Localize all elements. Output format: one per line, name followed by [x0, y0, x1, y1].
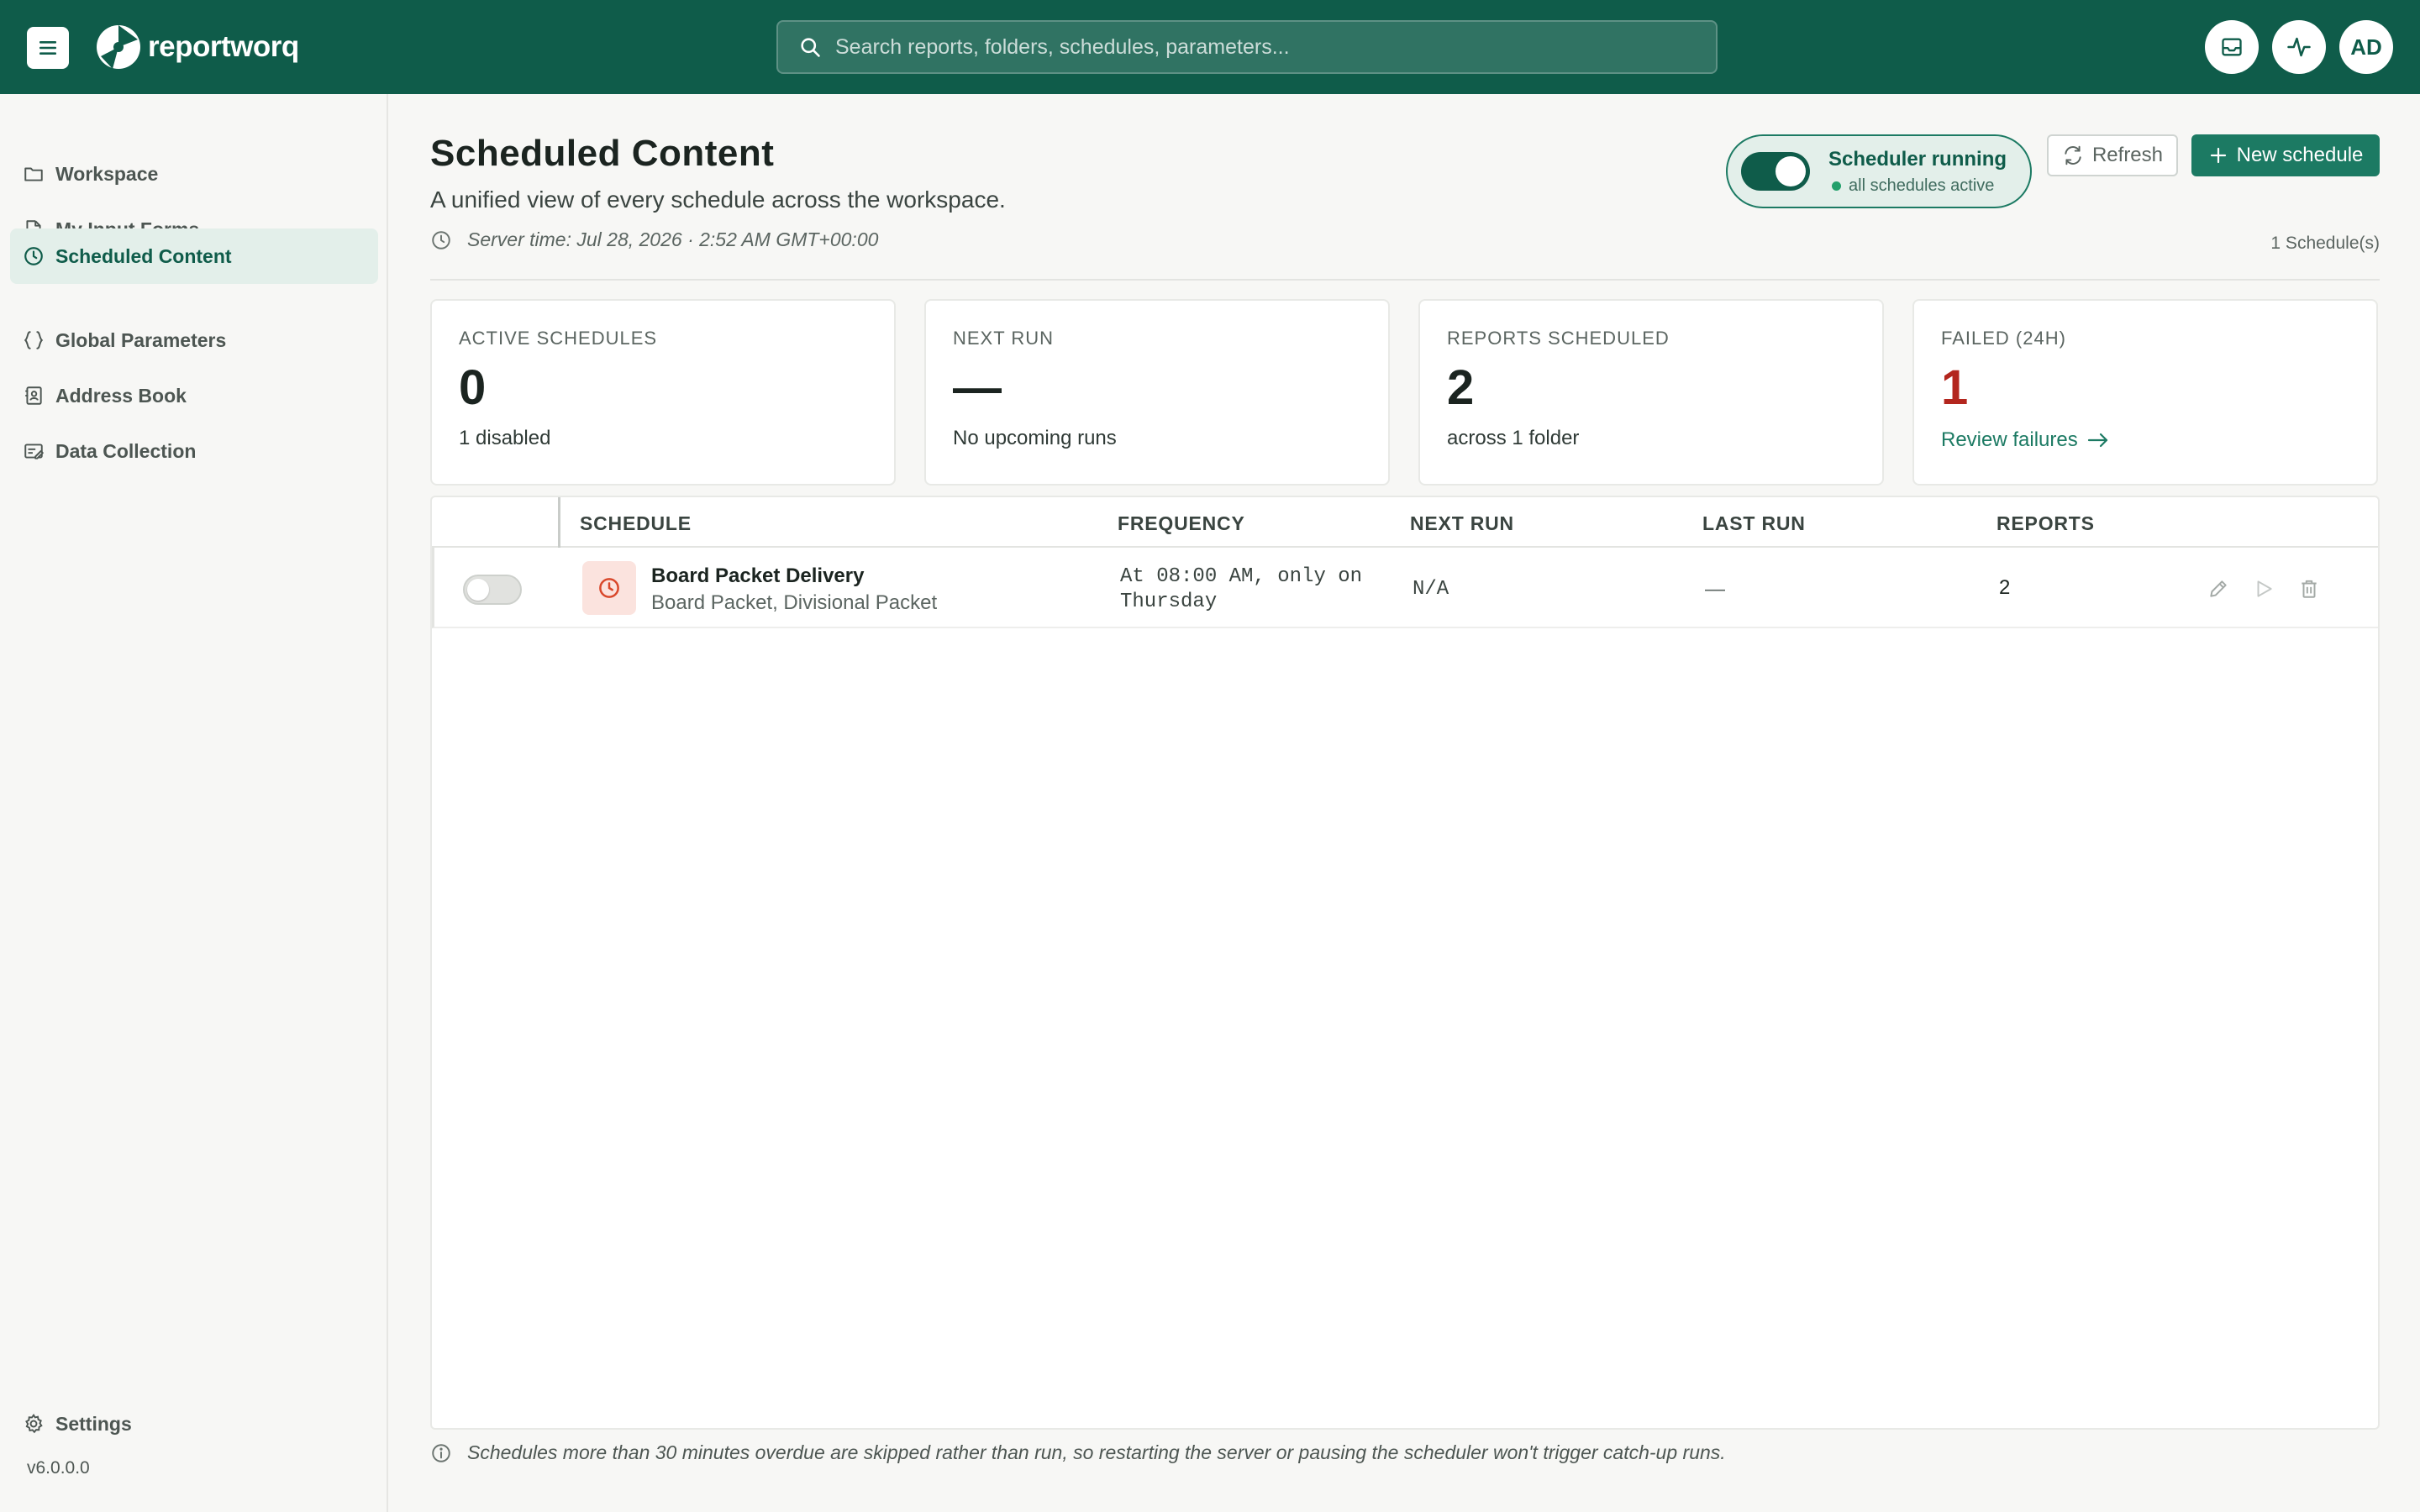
braces-icon: [22, 328, 45, 352]
top-bar: reportworq AD: [0, 0, 2420, 94]
menu-button[interactable]: [27, 27, 69, 69]
info-icon: [432, 1443, 450, 1462]
review-failures-label: Review failures: [1941, 428, 2078, 451]
run-now-button[interactable]: [2251, 576, 2276, 601]
stat-value: 0: [459, 360, 487, 415]
search-bar[interactable]: [776, 20, 1718, 74]
plus-icon: [2210, 147, 2226, 164]
server-time: Server time: Jul 28, 2026 · 2:52 AM GMT+…: [430, 228, 878, 251]
scheduler-status-toggle[interactable]: Scheduler running all schedules active: [1726, 134, 2032, 208]
logo-mark-icon: [97, 25, 140, 69]
schedule-reports-list: Board Packet, Divisional Packet: [651, 591, 938, 614]
sidebar-item-data-collection[interactable]: Data Collection: [10, 423, 378, 479]
schedule-reports-count: 2: [1999, 576, 2011, 599]
sidebar-item-settings[interactable]: Settings: [10, 1396, 378, 1452]
inbox-icon: [2222, 38, 2242, 56]
version-label: v6.0.0.0: [27, 1458, 90, 1478]
stat-sub: No upcoming runs: [953, 427, 1117, 449]
brand-logo[interactable]: reportworq: [94, 24, 299, 71]
stat-card-reports-scheduled: REPORTS SCHEDULED 2 across 1 folder: [1418, 299, 1884, 486]
header-next-run[interactable]: NEXT RUN: [1410, 512, 1514, 535]
search-input[interactable]: [835, 34, 1716, 60]
sidebar-item-label: Scheduled Content: [55, 244, 232, 267]
stat-card-active-schedules: ACTIVE SCHEDULES 0 1 disabled: [430, 299, 896, 486]
schedules-table: SCHEDULE FREQUENCY NEXT RUN LAST RUN REP…: [430, 496, 2380, 1430]
column-resize-handle[interactable]: [558, 497, 560, 548]
inbox-button[interactable]: [2205, 20, 2259, 74]
schedule-clock-icon: [582, 561, 636, 615]
edit-button[interactable]: [2206, 576, 2231, 601]
table-row[interactable]: Board Packet Delivery Board Packet, Divi…: [432, 548, 2378, 628]
stat-value: —: [953, 360, 1002, 415]
sidebar-item-label: Address Book: [55, 384, 187, 407]
schedule-name[interactable]: Board Packet Delivery: [651, 564, 864, 588]
sidebar-item-scheduled-content[interactable]: Scheduled Content: [10, 228, 378, 284]
refresh-icon: [2065, 145, 2081, 165]
schedule-enable-toggle[interactable]: [463, 575, 522, 605]
stat-card-next-run: NEXT RUN — No upcoming runs: [924, 299, 1390, 486]
stat-label: ACTIVE SCHEDULES: [459, 328, 658, 349]
sidebar-item-label: Global Parameters: [55, 328, 227, 351]
page-subtitle: A unified view of every schedule across …: [430, 186, 1006, 213]
scheduler-title: Scheduler running: [1828, 147, 2007, 171]
footnote-text: Schedules more than 30 minutes overdue a…: [467, 1441, 1726, 1463]
status-dot: [1832, 181, 1841, 191]
delete-button[interactable]: [2296, 576, 2322, 601]
arrow-right-icon: [2087, 433, 2107, 448]
scheduler-status-text: all schedules active: [1849, 176, 1995, 195]
settings-label: Settings: [55, 1412, 132, 1435]
contact-book-icon: [22, 384, 45, 407]
header-last-run[interactable]: LAST RUN: [1702, 512, 1806, 535]
stat-value: 1: [1941, 360, 1969, 415]
avatar-initials: AD: [2350, 34, 2382, 60]
clock-icon: [432, 230, 450, 249]
scheduler-status: all schedules active: [1828, 176, 2007, 196]
stat-sub: 1 disabled: [459, 427, 551, 449]
header-schedule[interactable]: SCHEDULE: [580, 512, 692, 535]
header-frequency[interactable]: FREQUENCY: [1118, 512, 1245, 535]
schedule-count: 1 Schedule(s): [2270, 234, 2380, 253]
stat-value: 2: [1447, 360, 1475, 415]
schedule-last-run: —: [1705, 578, 1725, 601]
schedule-next-run: N/A: [1413, 578, 1449, 601]
activity-pulse-icon: [2287, 37, 2311, 57]
new-schedule-button[interactable]: New schedule: [2191, 134, 2380, 176]
sidebar: Workspace My Input Forms Scheduled Conte…: [0, 94, 388, 1512]
stat-label: REPORTS SCHEDULED: [1447, 328, 1670, 349]
header-divider: [430, 279, 2380, 281]
sidebar-item-label: Data Collection: [55, 439, 197, 462]
user-avatar[interactable]: AD: [2339, 20, 2393, 74]
table-header: SCHEDULE FREQUENCY NEXT RUN LAST RUN REP…: [432, 497, 2378, 548]
sidebar-item-workspace[interactable]: Workspace: [10, 146, 378, 202]
gear-icon: [22, 1412, 45, 1436]
new-schedule-label: New schedule: [2236, 144, 2364, 166]
folder-icon: [22, 162, 45, 186]
sidebar-item-global-parameters[interactable]: Global Parameters: [10, 312, 378, 368]
stat-sub: across 1 folder: [1447, 427, 1580, 449]
stat-label: FAILED (24H): [1941, 328, 2066, 349]
stat-card-failed: FAILED (24H) 1 Review failures: [1912, 299, 2378, 486]
page-title: Scheduled Content: [430, 133, 775, 174]
search-icon: [801, 38, 820, 57]
trash-icon: [2302, 580, 2317, 598]
refresh-label: Refresh: [2091, 144, 2164, 166]
sidebar-item-label: Workspace: [55, 162, 159, 185]
overdue-info-note: Schedules more than 30 minutes overdue a…: [430, 1441, 1726, 1464]
stat-label: NEXT RUN: [953, 328, 1055, 349]
schedule-frequency: At 08:00 AM, only on Thursday: [1120, 565, 1363, 613]
hamburger-icon: [39, 41, 56, 55]
pencil-icon: [2210, 580, 2227, 597]
header-reports[interactable]: REPORTS: [1996, 512, 2095, 535]
sidebar-item-address-book[interactable]: Address Book: [10, 368, 378, 423]
scheduler-toggle[interactable]: [1741, 152, 1810, 191]
clock-icon: [22, 244, 45, 268]
play-icon: [2257, 580, 2272, 597]
brand-name: reportworq: [148, 30, 299, 63]
review-failures-link[interactable]: Review failures: [1941, 428, 2349, 452]
refresh-button[interactable]: Refresh: [2047, 134, 2178, 176]
server-time-text: Server time: Jul 28, 2026 · 2:52 AM GMT+…: [467, 228, 879, 250]
activity-button[interactable]: [2272, 20, 2326, 74]
data-collection-icon: [22, 439, 45, 463]
